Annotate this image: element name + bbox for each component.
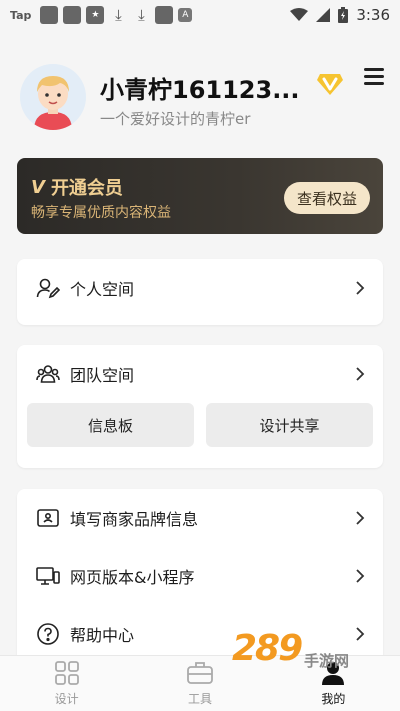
team-space-label: 团队空间 [70, 366, 135, 385]
chevron-right-icon [356, 281, 365, 295]
watermark-main: 289 [232, 628, 303, 669]
team-space-row[interactable]: 团队空间 [17, 345, 383, 403]
hamburger-menu-icon[interactable] [364, 68, 384, 86]
info-board-button[interactable]: 信息板 [27, 403, 194, 447]
profile-header: 小青柠161123... 一个爱好设计的青柠er [20, 62, 385, 134]
help-center-label: 帮助中心 [70, 626, 135, 645]
game-icon: ★ [86, 6, 105, 24]
nav-label: 工具 [187, 692, 212, 706]
clock: 3:36 [356, 6, 390, 24]
vip-promo-card[interactable]: V 开通会员 畅享专属优质内容权益 查看权益 [17, 158, 383, 234]
battery-icon [338, 7, 349, 23]
person-edit-icon [36, 276, 60, 300]
brand-info-row[interactable]: 填写商家品牌信息 [17, 489, 383, 547]
team-sub-buttons: 信息板 设计共享 [27, 403, 373, 447]
vip-subtitle: 畅享专属优质内容权益 [31, 205, 171, 221]
team-icon [36, 362, 60, 386]
avatar[interactable] [20, 64, 86, 130]
personal-space-label: 个人空间 [70, 280, 135, 299]
chevron-right-icon [356, 569, 365, 583]
chevron-right-icon [356, 511, 365, 525]
status-bar: Tap ★ ⤓ ⤓ A 3:36 [0, 0, 400, 30]
brand-info-label: 填写商家品牌信息 [70, 510, 199, 529]
grid-icon [54, 661, 79, 685]
web-version-row[interactable]: 网页版本&小程序 [17, 547, 383, 605]
nav-label: 我的 [321, 692, 346, 706]
app-label: Tap [10, 8, 32, 22]
web-version-label: 网页版本&小程序 [70, 568, 195, 587]
watermark-sub: 手游网 [304, 652, 350, 670]
nav-label: 设计 [54, 692, 79, 706]
notification-icon [63, 6, 82, 24]
personal-space-card[interactable]: 个人空间 [17, 259, 383, 325]
id-card-icon [36, 506, 60, 530]
vip-title: V 开通会员 [31, 176, 123, 200]
vip-badge-icon[interactable] [316, 72, 344, 96]
wifi-icon [290, 8, 309, 21]
watermark-logo: 289 手游网 [232, 628, 382, 672]
signal-icon [316, 8, 331, 22]
view-benefits-button[interactable]: 查看权益 [284, 182, 370, 214]
team-space-card: 团队空间 信息板 设计共享 [17, 345, 383, 468]
username[interactable]: 小青柠161123... [100, 70, 300, 105]
notification-icon [155, 6, 174, 24]
toolbox-icon [187, 662, 213, 684]
font-icon: A [178, 8, 193, 22]
nav-tab-design[interactable]: 设计 [0, 656, 133, 711]
chevron-right-icon [356, 367, 365, 381]
notification-icon [40, 6, 59, 24]
personal-space-row[interactable]: 个人空间 [17, 259, 383, 317]
monitor-icon [36, 564, 60, 588]
download-icon: ⤓ [115, 6, 122, 24]
design-share-button[interactable]: 设计共享 [206, 403, 373, 447]
user-bio: 一个爱好设计的青柠er [100, 110, 251, 128]
vip-v-icon: V [31, 176, 45, 198]
download-icon: ⤓ [138, 6, 145, 24]
help-icon [36, 622, 60, 646]
